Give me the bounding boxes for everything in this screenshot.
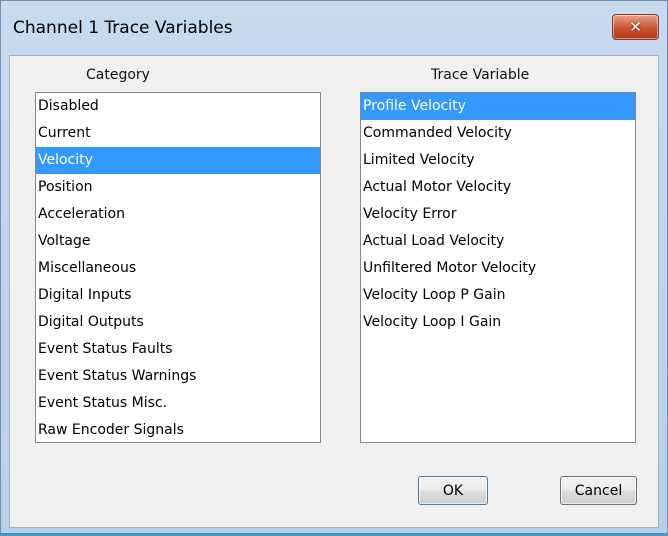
trace-variable-list-item[interactable]: Unfiltered Motor Velocity xyxy=(361,255,635,282)
trace-variable-list-item[interactable]: Velocity Loop P Gain xyxy=(361,282,635,309)
category-list-item[interactable]: Current xyxy=(36,120,320,147)
category-list-item[interactable]: Raw Encoder Signals xyxy=(36,417,320,442)
title-bar[interactable]: Channel 1 Trace Variables ✕ xyxy=(1,1,667,55)
close-icon: ✕ xyxy=(629,17,642,36)
trace-variable-list-item[interactable]: Commanded Velocity xyxy=(361,120,635,147)
category-list-item[interactable]: Position xyxy=(36,174,320,201)
window-bottom-border xyxy=(1,533,667,535)
category-heading: Category xyxy=(86,67,150,83)
trace-variable-listbox[interactable]: Profile Velocity Commanded Velocity Limite… xyxy=(360,92,636,443)
category-list-item[interactable]: Event Status Misc. xyxy=(36,390,320,417)
category-listbox[interactable]: Disabled Current Velocity Position Accelerat… xyxy=(35,92,321,443)
category-list-item[interactable]: Voltage xyxy=(36,228,320,255)
category-list-item[interactable]: Digital Outputs xyxy=(36,309,320,336)
trace-variable-list-item[interactable]: Actual Load Velocity xyxy=(361,228,635,255)
category-list-item[interactable]: Velocity xyxy=(36,147,320,174)
trace-variable-list-item[interactable]: Velocity Error xyxy=(361,201,635,228)
trace-variable-list-item[interactable]: Profile Velocity xyxy=(361,93,635,120)
ok-button[interactable]: OK xyxy=(418,476,488,505)
category-list-item[interactable]: Disabled xyxy=(36,93,320,120)
cancel-button[interactable]: Cancel xyxy=(560,476,637,505)
window-title: Channel 1 Trace Variables xyxy=(13,18,233,38)
dialog-content: Category Trace Variable Disabled Current V… xyxy=(9,55,659,528)
trace-variable-list-item[interactable]: Limited Velocity xyxy=(361,147,635,174)
trace-variable-list-item[interactable]: Velocity Loop I Gain xyxy=(361,309,635,336)
close-button[interactable]: ✕ xyxy=(612,14,659,40)
dialog-window: Channel 1 Trace Variables ✕ Category Tra… xyxy=(0,0,668,536)
category-list-item[interactable]: Event Status Faults xyxy=(36,336,320,363)
trace-variable-list-item[interactable]: Actual Motor Velocity xyxy=(361,174,635,201)
trace-variable-heading: Trace Variable xyxy=(431,67,530,83)
category-list-item[interactable]: Event Status Warnings xyxy=(36,363,320,390)
category-list-item[interactable]: Acceleration xyxy=(36,201,320,228)
category-list-item[interactable]: Digital Inputs xyxy=(36,282,320,309)
category-list-item[interactable]: Miscellaneous xyxy=(36,255,320,282)
